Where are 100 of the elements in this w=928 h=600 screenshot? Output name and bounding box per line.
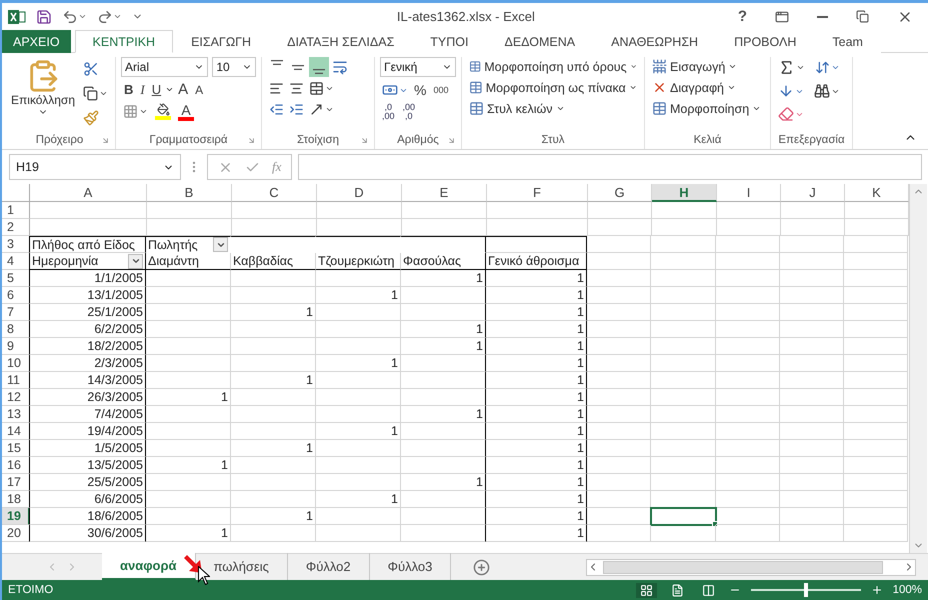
dialog-launcher-button[interactable] <box>247 136 256 145</box>
bold-button[interactable]: B <box>121 81 136 98</box>
thousands-button[interactable]: 000 <box>430 84 452 96</box>
dialog-launcher-button[interactable] <box>447 136 456 145</box>
row-header[interactable]: 10 <box>2 355 30 372</box>
row-header[interactable]: 14 <box>2 423 30 440</box>
column-header[interactable]: K <box>845 184 909 202</box>
empty-cell[interactable] <box>401 508 486 525</box>
zoom-slider-thumb[interactable] <box>804 583 808 597</box>
row-header[interactable]: 12 <box>2 389 30 406</box>
minimize-icon <box>817 16 828 18</box>
decrease-indent-icon <box>269 102 284 117</box>
dialog-launcher-button[interactable] <box>360 136 369 145</box>
scroll-thumb[interactable] <box>603 560 883 574</box>
increase-decimal-button[interactable]: ,0 ,00 <box>380 103 397 121</box>
empty-cell[interactable] <box>401 287 486 304</box>
underline-button[interactable]: U <box>148 81 164 98</box>
column-header[interactable]: I <box>717 184 781 202</box>
filter-button[interactable] <box>128 254 143 268</box>
empty-cell[interactable] <box>401 423 486 440</box>
style-menu-button[interactable]: Στυλ κελιών <box>467 99 639 118</box>
style-menu-button[interactable]: Μορφοποίηση ως πίνακα <box>467 78 639 97</box>
column-header[interactable]: D <box>317 184 402 202</box>
column-header[interactable]: H <box>652 184 717 202</box>
empty-cell[interactable] <box>401 525 486 542</box>
view-button[interactable] <box>636 582 657 598</box>
row-header[interactable]: 8 <box>2 321 30 338</box>
add-sheet-button[interactable] <box>471 556 492 578</box>
table-icon <box>469 80 483 95</box>
decrease-decimal-button[interactable]: ,00 ,0 <box>400 103 418 121</box>
horizontal-scrollbar[interactable] <box>586 558 916 576</box>
row-header[interactable]: 17 <box>2 474 30 491</box>
font-color-button[interactable]: A <box>176 102 196 120</box>
row-header[interactable]: 7 <box>2 304 30 321</box>
scissors-icon <box>83 61 100 77</box>
style-menu-button[interactable]: Μορφοποίηση υπό όρους <box>467 57 639 76</box>
zoom-in-icon[interactable] <box>870 584 883 596</box>
column-header[interactable]: E <box>402 184 487 202</box>
column-header[interactable]: G <box>588 184 652 202</box>
save-button[interactable] <box>36 8 52 24</box>
column-header[interactable]: F <box>487 184 588 202</box>
row-header[interactable]: 9 <box>2 338 30 355</box>
row-header[interactable]: 5 <box>2 270 30 287</box>
italic-button[interactable]: I <box>137 80 148 98</box>
cells-menu-button[interactable]: Μορφοποίηση <box>650 99 765 118</box>
grow-font-button[interactable]: A <box>175 80 192 99</box>
table-cell: 1 <box>486 389 587 406</box>
row-header[interactable]: 18 <box>2 491 30 508</box>
caret-icon <box>727 83 736 92</box>
selected-cell[interactable] <box>651 508 716 525</box>
arrow-icon <box>447 136 456 145</box>
number-format-field[interactable]: Γενική <box>380 57 456 77</box>
row-header[interactable]: 4 <box>2 253 30 270</box>
empty-cell[interactable] <box>401 304 486 321</box>
percent-button[interactable]: % <box>411 81 430 99</box>
empty-cell[interactable] <box>401 236 486 253</box>
row-header[interactable]: 13 <box>2 406 30 423</box>
shrink-font-button[interactable]: A <box>192 82 206 98</box>
paste-button[interactable]: Επικόλληση <box>9 57 78 131</box>
empty-cell[interactable] <box>401 372 486 389</box>
column-header[interactable]: B <box>147 184 232 202</box>
row-header[interactable]: 6 <box>2 287 30 304</box>
column-header[interactable]: A <box>30 184 147 202</box>
column-header[interactable]: C <box>232 184 317 202</box>
table-cell: 1 <box>486 474 587 491</box>
empty-cell[interactable] <box>401 457 486 474</box>
undo-button[interactable] <box>62 8 87 24</box>
row-header[interactable]: 15 <box>2 440 30 457</box>
empty-cell[interactable] <box>401 491 486 508</box>
redo-button[interactable] <box>97 8 122 24</box>
empty-cell[interactable] <box>486 236 587 253</box>
fill-color-button[interactable] <box>153 103 173 120</box>
select-all-corner[interactable] <box>2 184 30 202</box>
vertical-scrollbar[interactable] <box>910 184 927 553</box>
row-header[interactable]: 11 <box>2 372 30 389</box>
row-header[interactable]: 19 <box>2 508 30 525</box>
help-button[interactable]: ? <box>728 8 756 25</box>
cells-menu-button[interactable]: Διαγραφή <box>650 78 765 97</box>
vertical-align-button[interactable] <box>309 57 329 77</box>
dialog-launcher-button[interactable] <box>101 136 110 145</box>
column-header[interactable]: J <box>781 184 845 202</box>
font-size-field[interactable]: 10 <box>212 57 256 77</box>
table-cell: 1 <box>231 508 316 525</box>
row-header[interactable]: 2 <box>2 219 30 236</box>
name-box[interactable]: H19 <box>9 154 181 180</box>
row-header[interactable]: 16 <box>2 457 30 474</box>
formula-input[interactable] <box>298 154 922 180</box>
table-cell: 1 <box>146 389 231 406</box>
empty-cell[interactable] <box>401 389 486 406</box>
row-header[interactable]: 20 <box>2 525 30 542</box>
sheet-tab[interactable]: αναφορά <box>102 553 196 580</box>
filter-button[interactable] <box>213 237 228 252</box>
row-header[interactable]: 3 <box>2 236 30 253</box>
cells-menu-button[interactable]: Εισαγωγή <box>650 57 765 76</box>
empty-cell[interactable] <box>401 355 486 372</box>
empty-cell[interactable] <box>401 440 486 457</box>
ribbon-tab[interactable]: ΚΕΝΤΡΙΚΗ <box>74 30 174 53</box>
row-header[interactable]: 1 <box>2 202 30 219</box>
file-tab[interactable]: ΑΡΧΕΙΟ <box>2 30 71 53</box>
font-name-field[interactable]: Arial <box>121 57 208 77</box>
